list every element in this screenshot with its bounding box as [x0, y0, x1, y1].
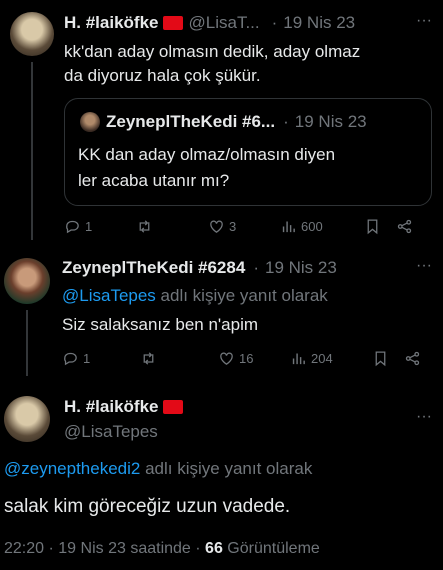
tweet-header: H. #laiköfke @LisaT... · 19 Nis 23	[64, 13, 355, 33]
quote-text: KK dan aday olmaz/olmasın diyen ler acab…	[78, 145, 336, 190]
separator: ·	[48, 540, 54, 557]
quote-avatar	[80, 112, 100, 132]
bookmark-icon	[367, 219, 378, 235]
quote-header: ZeyneplTheKedi #6... · 19 Nis 23	[106, 112, 367, 132]
separator: ·	[271, 13, 278, 32]
thread-line	[26, 310, 28, 376]
tweet-header: H. #laiköfke	[64, 397, 183, 417]
bookmark-button[interactable]	[364, 218, 396, 235]
quote-display-name: ZeyneplTheKedi #6...	[106, 112, 276, 131]
avatar[interactable]	[4, 396, 50, 442]
views-button[interactable]: 600	[280, 218, 364, 235]
quote-date: 19 Nis 23	[294, 112, 367, 131]
handle[interactable]: @LisaTepes	[64, 422, 158, 442]
more-icon[interactable]: ···	[416, 257, 432, 275]
tweet-header: ZeyneplTheKedi #6284 · 19 Nis 23	[62, 258, 337, 278]
reply-to-handle[interactable]: @LisaTepes	[62, 286, 156, 305]
reply-context: @zeynepthekedi2 adlı kişiye yanıt olarak	[4, 459, 312, 479]
more-icon[interactable]: ···	[416, 408, 432, 426]
reply-icon	[66, 220, 79, 234]
separator: ·	[283, 112, 289, 131]
display-name[interactable]: H. #laiköfke	[64, 13, 159, 33]
heart-icon	[220, 352, 233, 365]
reply-button[interactable]: 1	[62, 350, 140, 367]
share-button[interactable]	[404, 350, 421, 367]
tweet-text: salak kim göreceğiz uzun vadede.	[4, 496, 291, 517]
views-label: Görüntüleme	[227, 540, 320, 557]
retweet-icon	[143, 352, 154, 365]
reply-to-handle[interactable]: @zeynepthekedi2	[4, 459, 140, 478]
bookmark-button[interactable]	[372, 350, 404, 367]
retweet-button[interactable]	[140, 350, 218, 367]
tweet-actions: 1 3 600	[64, 218, 426, 235]
turkish-flag-icon	[162, 400, 183, 414]
heart-icon	[210, 220, 223, 233]
tweet-meta: 22:20 · 19 Nis 23 saatinde · 66 Görüntül…	[4, 540, 320, 558]
reply-icon	[64, 352, 77, 366]
retweet-icon	[139, 220, 150, 233]
reply-button[interactable]: 1	[64, 218, 136, 235]
tweet-date[interactable]: 19 Nis 23 saatinde	[58, 540, 191, 557]
reply-context: @LisaTepes adlı kişiye yanıt olarak	[62, 286, 328, 306]
share-button[interactable]	[396, 218, 413, 235]
views-count: 66	[205, 540, 223, 557]
handle[interactable]: @LisaT...	[189, 13, 260, 33]
tweet-date[interactable]: 19 Nis 23	[283, 13, 355, 33]
share-icon	[405, 351, 420, 366]
tweet-text: kk'dan aday olmasın dedik, aday olmaz da…	[64, 42, 361, 85]
reply-to-label: adlı kişiye yanıt olarak	[145, 459, 313, 478]
display-name[interactable]: ZeyneplTheKedi #6284	[62, 258, 245, 278]
separator: ·	[253, 258, 259, 277]
display-name[interactable]: H. #laiköfke	[64, 397, 159, 417]
separator: ·	[195, 540, 201, 557]
like-button[interactable]: 3	[208, 218, 280, 235]
like-button[interactable]: 16	[218, 350, 290, 367]
turkish-flag-icon	[162, 16, 183, 30]
tweet-date[interactable]: 19 Nis 23	[265, 258, 337, 278]
more-icon[interactable]: ···	[416, 12, 432, 30]
thread-line	[31, 62, 33, 240]
share-icon	[397, 219, 412, 234]
views-icon	[282, 221, 295, 233]
avatar[interactable]	[10, 12, 54, 56]
avatar[interactable]	[4, 258, 50, 304]
retweet-button[interactable]	[136, 218, 208, 235]
views-icon	[292, 353, 305, 365]
tweet-time[interactable]: 22:20	[4, 540, 44, 557]
bookmark-icon	[375, 351, 386, 367]
views-button[interactable]: 204	[290, 350, 372, 367]
tweet-actions: 1 16 204	[62, 350, 424, 367]
tweet-text: Siz salaksanız ben n'apim	[62, 315, 259, 334]
reply-to-label: adlı kişiye yanıt olarak	[160, 286, 328, 305]
